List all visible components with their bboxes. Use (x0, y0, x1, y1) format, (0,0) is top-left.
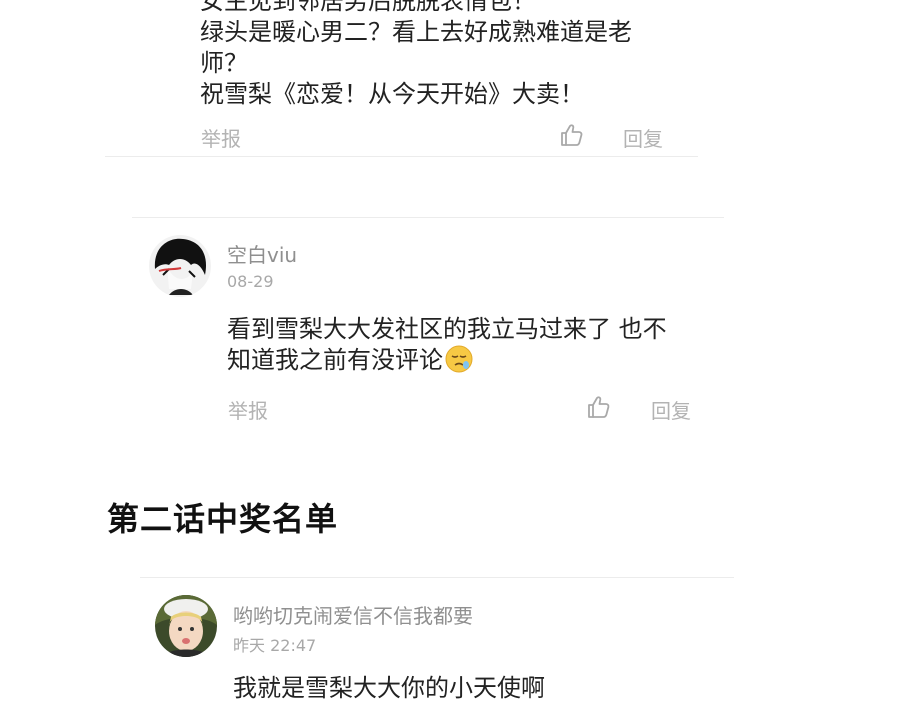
winner-timestamp: 昨天 22:47 (233, 636, 317, 655)
comment-1-body: 女主见到邻居男后脱脱表情包！ 绿头是暖心男二？看上去好成熟难道是老 师？ 祝雪梨… (200, 0, 700, 110)
comment-1-line-4: 祝雪梨《恋爱！从今天开始》大卖！ (200, 80, 584, 108)
comment-2-top-divider (132, 217, 724, 218)
comment-2-timestamp: 08-29 (227, 272, 274, 291)
comment-2-line-2-wrap: 知道我之前有没评论 (227, 345, 667, 376)
avatar[interactable] (155, 595, 217, 657)
comment-2-body: 看到雪梨大大发社区的我立马过来了 也不 知道我之前有没评论 (227, 314, 667, 376)
comment-1-line-1: 女主见到邻居男后脱脱表情包！ (200, 0, 536, 15)
thumbs-up-icon[interactable] (559, 122, 585, 148)
section-title: 第二话中奖名单 (107, 500, 339, 538)
comment-1-line-2: 绿头是暖心男二？看上去好成熟难道是老 (200, 18, 632, 46)
thumbs-up-icon[interactable] (586, 394, 612, 420)
winner-body: 我就是雪梨大大你的小天使啊 (233, 674, 545, 702)
comment-1-line-3: 师？ (200, 49, 248, 77)
comment-1-report-button[interactable]: 举报 (201, 123, 241, 152)
comment-2-line-2: 知道我之前有没评论 (227, 346, 443, 374)
winner-username[interactable]: 哟哟切克闹爱信不信我都要 (233, 600, 473, 629)
comment-2-line-1: 看到雪梨大大发社区的我立马过来了 也不 (227, 315, 667, 343)
sleepy-face-icon (445, 345, 473, 373)
comment-1-divider (105, 156, 698, 157)
comment-2-reply-button[interactable]: 回复 (651, 395, 691, 424)
winner-top-divider (140, 577, 734, 578)
avatar[interactable] (149, 235, 211, 297)
comment-1-reply-button[interactable]: 回复 (623, 123, 663, 152)
comment-2-username[interactable]: 空白viu (227, 239, 297, 268)
comment-2-report-button[interactable]: 举报 (228, 395, 268, 424)
